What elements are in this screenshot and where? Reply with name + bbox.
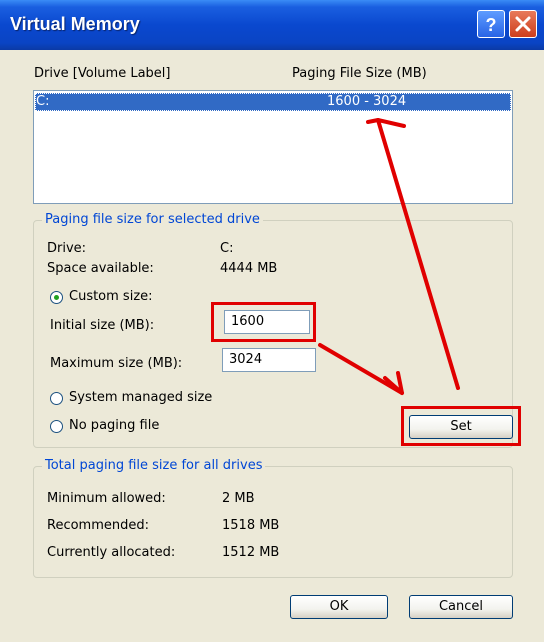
currently-allocated-label: Currently allocated:: [47, 545, 176, 560]
drive-row-c[interactable]: C: 1600 - 3024: [35, 93, 511, 111]
maximum-size-input[interactable]: 3024: [222, 348, 316, 372]
drive-value: C:: [220, 241, 234, 256]
system-managed-label[interactable]: System managed size: [69, 390, 212, 405]
no-paging-file-label[interactable]: No paging file: [69, 418, 159, 433]
title-bar[interactable]: Virtual Memory ?: [0, 0, 544, 50]
cancel-button[interactable]: Cancel: [409, 595, 513, 619]
close-icon: [515, 16, 531, 32]
total-paging-legend: Total paging file size for all drives: [42, 458, 266, 473]
help-button[interactable]: ?: [477, 10, 505, 38]
space-available-label: Space available:: [47, 261, 154, 276]
drive-label: Drive:: [47, 241, 87, 256]
svg-text:?: ?: [486, 15, 497, 35]
recommended-value: 1518 MB: [222, 518, 280, 533]
drive-column-header: Drive [Volume Label]: [34, 66, 171, 81]
drive-list[interactable]: C: 1600 - 3024: [33, 90, 513, 204]
virtual-memory-dialog: Virtual Memory ? Drive [Volume Label] Pa…: [0, 0, 544, 642]
initial-size-label: Initial size (MB):: [50, 318, 155, 333]
recommended-label: Recommended:: [47, 518, 149, 533]
minimum-allowed-label: Minimum allowed:: [47, 491, 166, 506]
currently-allocated-value: 1512 MB: [222, 545, 280, 560]
initial-size-highlight-box: [211, 302, 316, 342]
custom-size-radio[interactable]: [50, 291, 63, 304]
ok-button[interactable]: OK: [290, 595, 388, 619]
system-managed-radio[interactable]: [50, 392, 63, 405]
paging-size-column-header: Paging File Size (MB): [292, 66, 427, 81]
question-mark-icon: ?: [486, 15, 497, 35]
close-button[interactable]: [509, 10, 537, 38]
minimum-allowed-value: 2 MB: [222, 491, 255, 506]
selected-drive-legend: Paging file size for selected drive: [42, 212, 263, 227]
drive-paging-size: 1600 - 3024: [327, 94, 407, 109]
space-available-value: 4444 MB: [220, 261, 278, 276]
maximum-size-label: Maximum size (MB):: [50, 356, 183, 371]
no-paging-file-radio[interactable]: [50, 420, 63, 433]
custom-size-label[interactable]: Custom size:: [69, 289, 153, 304]
window-title: Virtual Memory: [10, 14, 140, 34]
set-button-highlight-box: [401, 406, 521, 446]
drive-letter: C:: [36, 94, 50, 109]
